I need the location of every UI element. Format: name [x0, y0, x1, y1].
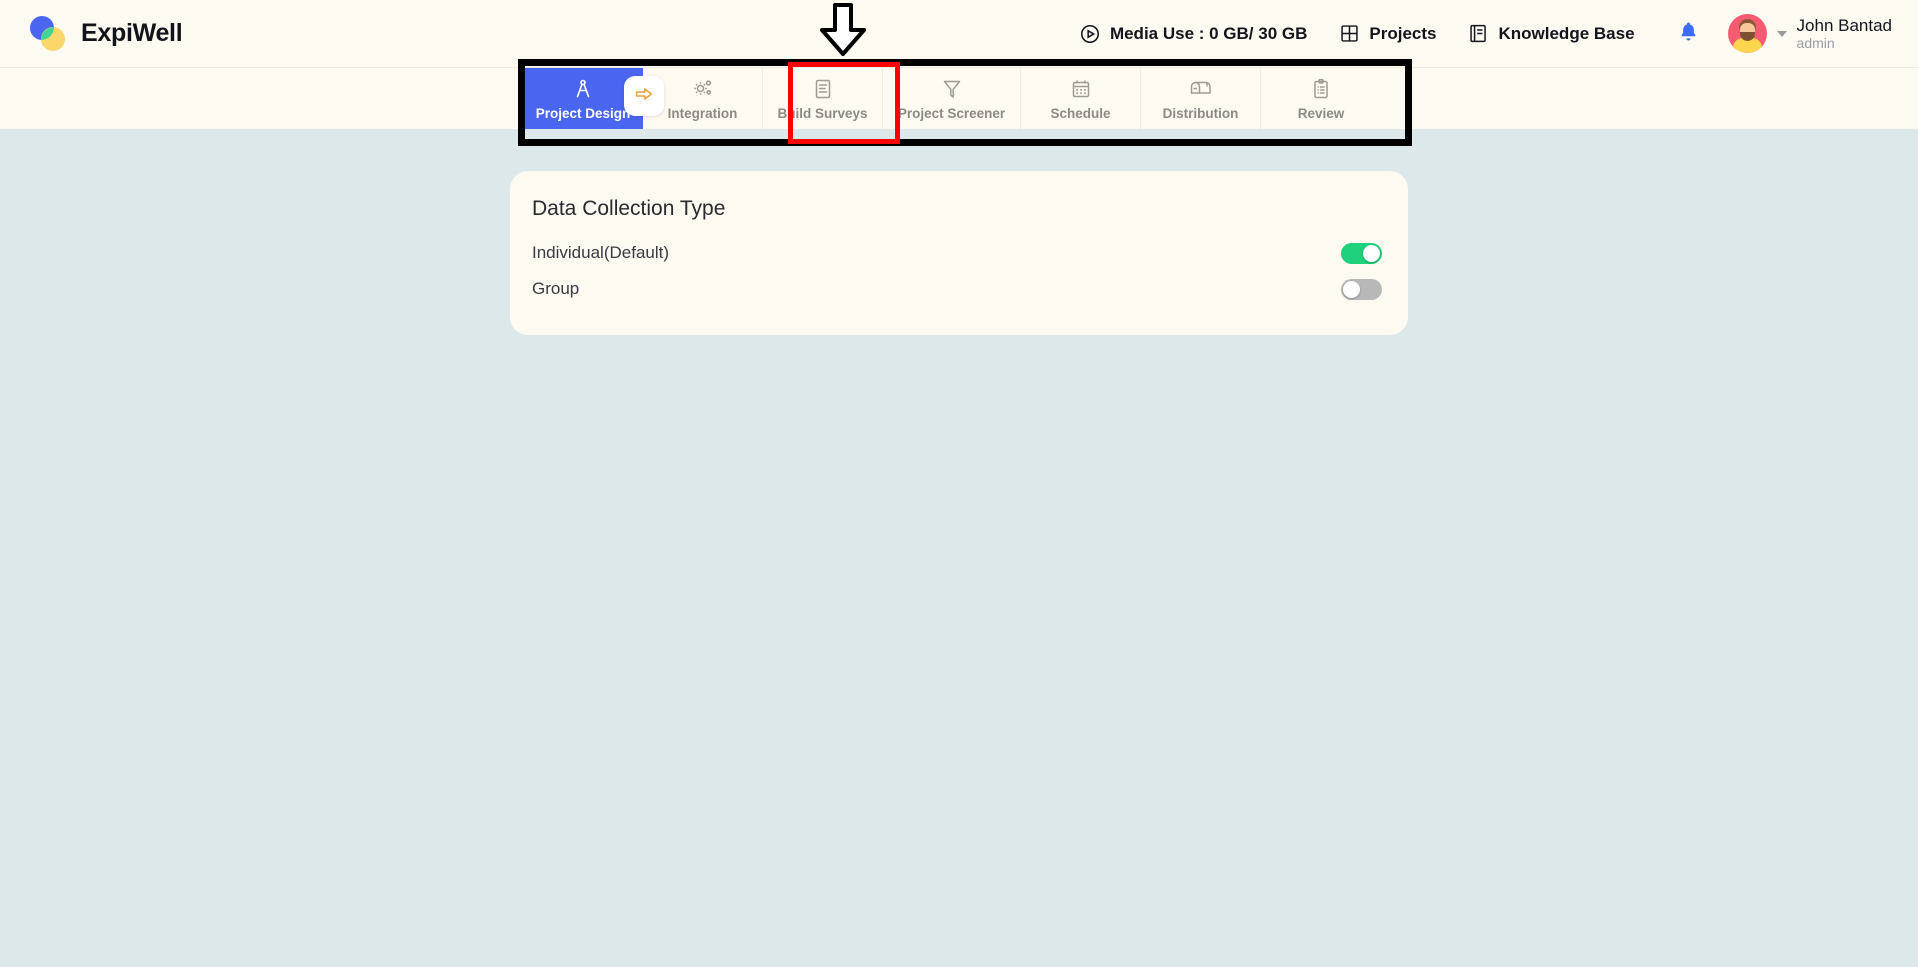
tab-distribution[interactable]: Distribution [1141, 68, 1261, 129]
funnel-icon [940, 77, 964, 101]
nav-tabs: Project Design Integration Build Surveys… [523, 68, 1381, 129]
tab-schedule[interactable]: Schedule [1021, 68, 1141, 129]
option-row-group: Group [532, 273, 1382, 305]
tab-project-screener[interactable]: Project Screener [883, 68, 1021, 129]
individual-toggle[interactable] [1341, 242, 1382, 264]
projects-link[interactable]: Projects [1323, 23, 1452, 44]
media-use-indicator[interactable]: Media Use : 0 GB/ 30 GB [1063, 23, 1323, 45]
tab-label: Distribution [1162, 105, 1239, 121]
knowledge-base-link[interactable]: Knowledge Base [1452, 23, 1650, 44]
option-label: Individual(Default) [532, 243, 670, 262]
header-actions: Media Use : 0 GB/ 30 GB Projects Knowled… [1063, 14, 1892, 53]
primary-nav: Project Design Integration Build Surveys… [0, 68, 1918, 129]
user-menu[interactable]: John Bantad admin [1727, 14, 1892, 53]
group-toggle[interactable] [1341, 278, 1382, 300]
media-use-label: Media Use : 0 GB/ 30 GB [1109, 23, 1308, 43]
user-name: John Bantad [1796, 15, 1892, 35]
brand-name: ExpiWell [81, 19, 183, 47]
avatar [1727, 14, 1767, 53]
tab-label: Integration [667, 105, 738, 121]
bell-icon [1677, 20, 1700, 48]
projects-label: Projects [1369, 23, 1437, 43]
brand-logo[interactable]: ExpiWell [30, 15, 183, 53]
data-collection-type-card: Data Collection Type Individual(Default)… [510, 171, 1408, 335]
mailbox-icon [1188, 77, 1214, 101]
tab-project-design[interactable]: Project Design [523, 68, 664, 129]
calendar-icon [1069, 77, 1093, 101]
tab-label: Project Screener [897, 105, 1006, 121]
tab-build-surveys[interactable]: Build Surveys [763, 68, 883, 129]
chevron-down-icon[interactable] [1776, 30, 1787, 37]
tab-label: Review [1297, 105, 1345, 121]
app-header: ExpiWell Media Use : 0 GB/ 30 GB Project… [0, 0, 1918, 68]
compass-icon [571, 77, 595, 101]
tab-label: Build Surveys [777, 105, 868, 121]
notifications-button[interactable] [1651, 20, 1718, 48]
user-role: admin [1796, 35, 1835, 52]
option-label: Group [532, 279, 580, 298]
card-title: Data Collection Type [532, 197, 726, 220]
tab-label: Project Design [535, 105, 631, 121]
tab-review[interactable]: Review [1261, 68, 1381, 129]
book-icon [1468, 23, 1489, 44]
user-info: John Bantad admin [1797, 16, 1892, 52]
option-row-individual: Individual(Default) [532, 237, 1382, 269]
arrow-right-icon [633, 83, 655, 110]
tab-label: Schedule [1050, 105, 1111, 121]
clipboard-icon [1309, 77, 1333, 101]
main-content: Data Collection Type Individual(Default)… [0, 129, 1918, 967]
next-step-button[interactable] [624, 76, 664, 116]
grid-icon [1339, 23, 1360, 44]
expiwell-circles-logo [30, 15, 68, 53]
document-lines-icon [811, 77, 835, 101]
play-circle-icon [1079, 23, 1101, 45]
knowledge-base-label: Knowledge Base [1498, 23, 1635, 43]
gears-icon [691, 77, 715, 101]
